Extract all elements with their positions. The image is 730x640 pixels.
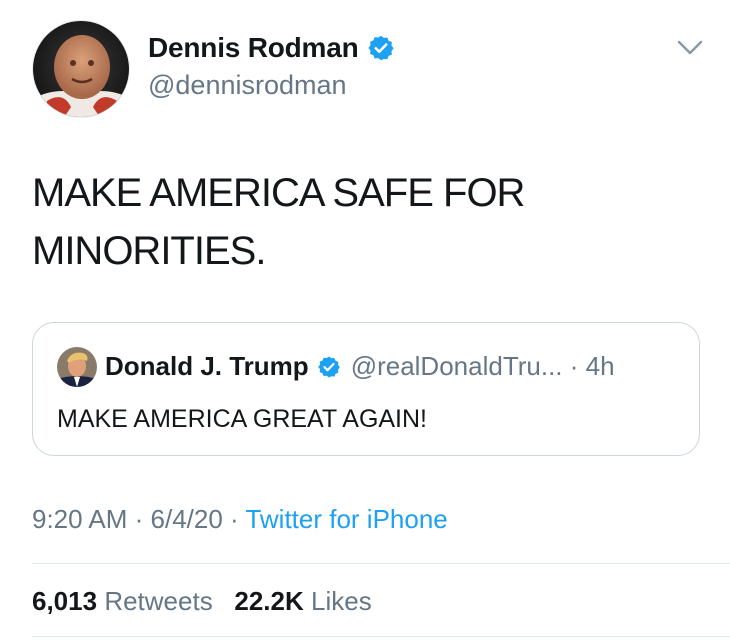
tweet-time[interactable]: 9:20 AM <box>32 504 127 534</box>
divider <box>32 563 730 564</box>
likes-label: Likes <box>311 586 372 616</box>
quoted-profile-photo-icon <box>57 347 97 387</box>
author-name-row: Dennis Rodman <box>148 32 395 64</box>
divider <box>32 636 730 637</box>
tweet-card: Dennis Rodman @dennisrodman MAKE AMERICA… <box>0 0 730 640</box>
retweets-count: 6,013 <box>32 586 98 616</box>
author-avatar[interactable] <box>32 20 130 118</box>
meta-separator: · <box>222 504 246 534</box>
tweet-source-link[interactable]: Twitter for iPhone <box>245 504 447 534</box>
retweets-label: Retweets <box>104 586 213 616</box>
quoted-avatar[interactable] <box>57 347 97 387</box>
tweet-meta: 9:20 AM · 6/4/20 · Twitter for iPhone <box>32 504 448 535</box>
quoted-tweet[interactable]: Donald J. Trump @realDonaldTru... · 4h M… <box>32 322 700 456</box>
quoted-verified-badge-icon <box>317 356 340 377</box>
tweet-stats: 6,013 Retweets 22.2K Likes <box>32 586 372 617</box>
likes-count: 22.2K <box>234 586 304 616</box>
chevron-down-icon[interactable] <box>676 36 704 58</box>
likes-stat[interactable]: 22.2K Likes <box>234 586 371 616</box>
quoted-handle-time[interactable]: @realDonaldTru... · 4h <box>351 351 615 382</box>
tweet-date[interactable]: 6/4/20 <box>151 504 223 534</box>
meta-separator: · <box>127 504 151 534</box>
author-handle[interactable]: @dennisrodman <box>148 70 347 101</box>
quoted-header: Donald J. Trump @realDonaldTru... · 4h <box>105 351 615 382</box>
author-name[interactable]: Dennis Rodman <box>148 32 359 64</box>
verified-badge-icon <box>367 35 394 61</box>
tweet-text: MAKE AMERICA SAFE FOR MINORITIES. <box>32 171 525 273</box>
quoted-name[interactable]: Donald J. Trump <box>105 351 309 382</box>
retweets-stat[interactable]: 6,013 Retweets <box>32 586 213 616</box>
quoted-text: MAKE AMERICA GREAT AGAIN! <box>57 405 428 433</box>
profile-photo-icon <box>33 21 129 117</box>
